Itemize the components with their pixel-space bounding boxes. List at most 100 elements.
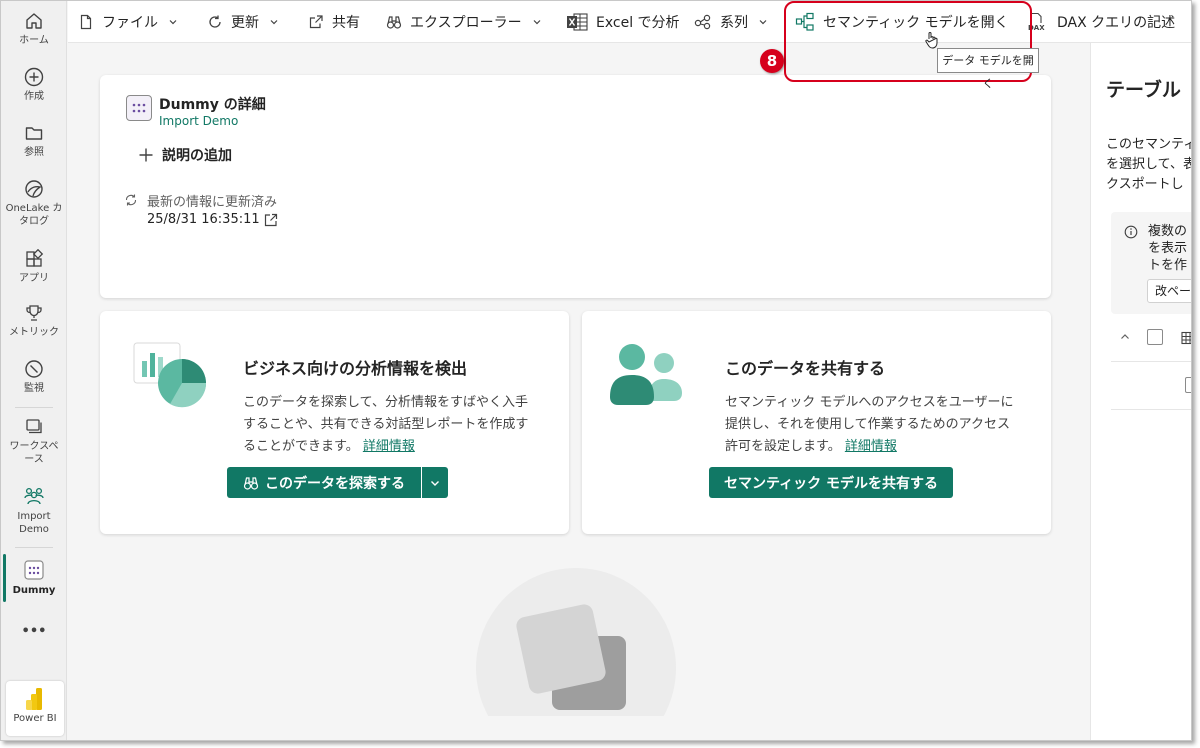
home-icon: [26, 13, 42, 29]
powerbi-label: Power BI: [13, 713, 57, 724]
step-badge: 8: [760, 49, 784, 73]
tables-desc-line: クスポートし: [1106, 177, 1184, 192]
chevron-down-icon: [533, 20, 541, 25]
nav-dummy[interactable]: Dummy: [1, 559, 67, 597]
folder-icon: [25, 127, 43, 140]
share-card: このデータを共有する セマンティック モデルへのアクセスをユーザーに提供し、それ…: [582, 311, 1051, 534]
monitor-icon: [25, 360, 43, 378]
row-divider: [1111, 361, 1191, 362]
nav-metrics[interactable]: メトリック: [1, 303, 67, 339]
add-description-label: 説明の追加: [162, 148, 232, 164]
more-label: •••: [21, 624, 47, 639]
refresh-time: 25/8/31 16:35:11: [147, 212, 260, 227]
left-nav-rail: ホーム 作成 参照 OneLake カタログ アプリ メトリック 監視 ワークス…: [1, 1, 67, 740]
share-title: このデータを共有する: [725, 359, 886, 378]
file-icon: [80, 14, 92, 30]
nav-home-label: ホーム: [19, 35, 49, 46]
info-message-bar: 複数の を表示 トを作 改ペー: [1111, 212, 1191, 314]
analyze-in-excel-button[interactable]: Excel で分析: [566, 1, 680, 43]
add-description-button[interactable]: 説明の追加: [138, 145, 232, 165]
nav-browse-label: 参照: [24, 147, 44, 158]
details-card: Dummy の詳細 Import Demo 説明の追加 最新の情報に更新済み 2…: [100, 75, 1051, 298]
discover-title: ビジネス向けの分析情報を検出: [243, 359, 468, 378]
info-line: を表示: [1148, 241, 1188, 256]
row-checkbox[interactable]: [1185, 377, 1191, 393]
info-line: トを作: [1148, 258, 1188, 273]
file-label: ファイル: [102, 15, 158, 31]
main-content: Dummy の詳細 Import Demo 説明の追加 最新の情報に更新済み 2…: [68, 43, 1090, 740]
file-menu[interactable]: ファイル: [78, 1, 186, 43]
explorer-menu[interactable]: エクスプローラー: [386, 1, 550, 43]
page-view-button[interactable]: 改ペー: [1147, 279, 1191, 303]
chevron-up-icon[interactable]: [1119, 331, 1131, 343]
sync-icon: [125, 194, 137, 206]
share-icon: [309, 15, 323, 29]
tables-panel: テーブル このセマンティ を選択して、表 クスポートし 複数の を表示 トを作 …: [1090, 43, 1192, 740]
share-label: 共有: [332, 15, 360, 31]
workspace-link[interactable]: Import Demo: [159, 114, 238, 128]
nav-create-label: 作成: [24, 91, 44, 102]
tables-title: テーブル: [1106, 79, 1181, 101]
table-icon: [1181, 331, 1191, 345]
nav-workspaces[interactable]: ワークスペース: [1, 417, 67, 466]
details-title: Dummy の詳細: [159, 97, 266, 113]
refresh-label: 更新: [231, 15, 259, 31]
nav-browse[interactable]: 参照: [1, 123, 67, 159]
workspaces-icon: [26, 419, 42, 434]
refresh-status: 最新の情報に更新済み: [147, 195, 278, 210]
lineage-menu[interactable]: 系列: [694, 1, 776, 43]
open-external-icon[interactable]: [264, 213, 278, 227]
share-model-button[interactable]: セマンティック モデルを共有する: [709, 467, 953, 498]
semantic-model-icon: [126, 95, 152, 121]
info-message: 複数の を表示 トを作: [1148, 223, 1187, 274]
people-illustration-icon: [610, 344, 682, 405]
select-all-checkbox[interactable]: [1147, 329, 1163, 345]
explore-data-button[interactable]: このデータを探索する: [227, 467, 421, 498]
info-line: 複数の: [1148, 224, 1188, 239]
refresh-time-row: 25/8/31 16:35:11: [147, 212, 278, 227]
share-model-label: セマンティック モデルを共有する: [723, 475, 939, 492]
more-icon[interactable]: •••: [1, 625, 67, 638]
lineage-icon: [694, 14, 711, 30]
refresh-icon: [209, 15, 221, 28]
nav-create[interactable]: 作成: [1, 67, 67, 103]
plus-circle-icon: [24, 67, 44, 87]
nav-workspaces-label: ワークスペース: [9, 441, 59, 465]
chevron-down-icon: [759, 20, 767, 25]
refresh-menu[interactable]: 更新: [207, 1, 287, 43]
discover-learn-more-link[interactable]: 詳細情報: [363, 439, 415, 454]
explore-data-label: このデータを探索する: [265, 475, 405, 492]
nav-apps[interactable]: アプリ: [1, 249, 67, 285]
share-learn-more-link[interactable]: 詳細情報: [845, 439, 897, 454]
nav-metrics-label: メトリック: [9, 327, 59, 338]
semantic-model-icon: [24, 560, 44, 580]
nav-home[interactable]: ホーム: [1, 11, 67, 47]
write-dax-queries-button[interactable]: DAX DAX クエリの記述: [1027, 1, 1175, 43]
explore-options-button[interactable]: [422, 467, 448, 498]
lineage-label: 系列: [720, 15, 748, 31]
nav-apps-label: アプリ: [19, 273, 49, 284]
binoculars-icon: [243, 476, 259, 490]
nav-import-demo-label: Import Demo: [17, 511, 51, 535]
powerbi-switcher[interactable]: Power BI: [6, 681, 64, 736]
binoculars-icon: [386, 16, 402, 29]
rail-divider: [15, 547, 53, 548]
tables-desc-line: このセマンティ: [1106, 137, 1192, 152]
share-button[interactable]: 共有: [308, 1, 360, 43]
explorer-label: エクスプローラー: [410, 15, 522, 31]
trophy-icon: [26, 305, 42, 321]
nav-onelake[interactable]: OneLake カタログ: [1, 179, 67, 228]
onelake-icon: [25, 180, 43, 198]
nav-onelake-label: OneLake カタログ: [5, 203, 63, 227]
nav-import-demo[interactable]: Import Demo: [1, 485, 67, 536]
workspace-people-icon: [24, 487, 44, 505]
nav-monitor[interactable]: 監視: [1, 359, 67, 395]
empty-state-illustration-icon: [476, 568, 676, 716]
powerbi-logo-icon: [26, 688, 42, 710]
excel-icon: [567, 13, 588, 31]
analytics-illustration-icon: [133, 342, 207, 408]
tables-description: このセマンティ を選択して、表 クスポートし: [1106, 135, 1192, 195]
excel-label: Excel で分析: [596, 15, 680, 31]
chevron-down-icon: [270, 20, 278, 25]
nav-dummy-label: Dummy: [12, 585, 56, 596]
